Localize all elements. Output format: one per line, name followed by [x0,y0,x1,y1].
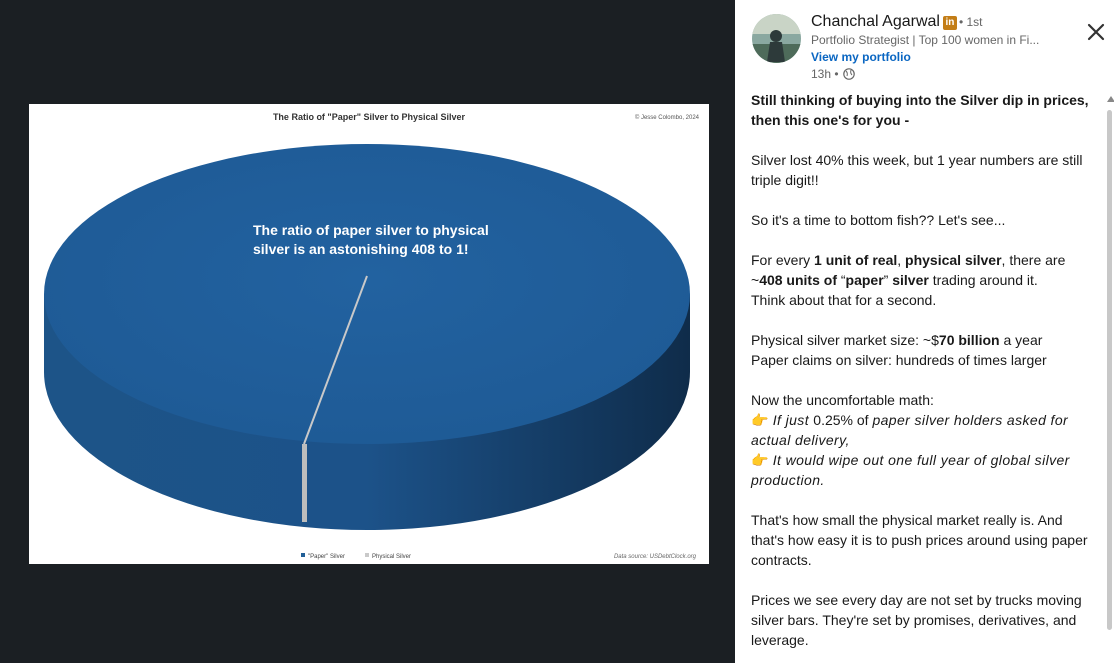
text-fragment: If just [768,412,814,428]
text-fragment: , [897,252,906,268]
text-line: contracts. [751,552,812,568]
paragraph: Physical silver market size: ~$70 billio… [751,330,1091,370]
linkedin-badge-icon: in [942,16,957,30]
close-button[interactable] [1084,20,1108,44]
legend-label-physical: Physical Silver [372,554,411,560]
scrollbar-thumb[interactable] [1107,110,1112,630]
text-line: actual delivery, [751,432,850,448]
text-fragment: 70 billion [938,332,1000,348]
post-time-text: 13h • [811,67,839,81]
text-line: then this one's for you - [751,112,910,128]
text-line: Think about that for a second. [751,292,937,308]
text-fragment: 408 units of [759,272,837,288]
image-viewer: The Ratio of "Paper" Silver to Physical … [0,0,735,663]
text-line: So it's a time to bottom fish?? Let's se… [751,212,1006,228]
text-line: that's how easy it is to push prices aro… [751,532,1088,548]
text-fragment: trading around it. [928,272,1038,288]
text-fragment: “ [836,272,846,288]
paragraph: So it's a time to bottom fish?? Let's se… [751,210,1091,230]
pie-slice-physical-side [302,444,307,522]
author-headline: Portfolio Strategist | Top 100 women in … [811,33,1040,47]
text-line: Prices we see every day are not set by t… [751,592,1082,608]
text-fragment: 1 unit of real [814,252,898,268]
chart-title: The Ratio of "Paper" Silver to Physical … [273,112,466,122]
post-detail-panel: Chanchal Agarwal in • 1st Portfolio Strate… [735,0,1114,663]
text-line: triple digit!! [751,172,819,188]
chart-copyright: © Jesse Colombo, 2024 [635,114,700,121]
text-fragment: physical silver [905,252,1002,268]
text-fragment: paper [845,272,884,288]
post-image[interactable]: The Ratio of "Paper" Silver to Physical … [29,104,709,564]
pie-slice-paper [44,144,690,444]
text-fragment: Physical silver market size: ~$ [751,332,939,348]
avatar[interactable] [752,14,801,63]
text-line: Still thinking of buying into the Silver… [751,92,1089,108]
legend-label-paper: "Paper" Silver [308,554,345,560]
text-fragment: ” [883,272,893,288]
text-fragment: paper silver holders asked for [872,412,1069,428]
paragraph: For every 1 unit of real, physical silve… [751,250,1091,310]
legend-swatch-physical [365,553,369,557]
text-fragment: 0.25% of [813,412,873,428]
pie-chart: The Ratio of "Paper" Silver to Physical … [44,112,700,560]
text-fragment: , there are [1001,252,1066,268]
overlay-text-line1: The ratio of paper silver to physical [253,222,489,238]
post-timestamp: 13h • [811,67,855,81]
text-line: Now the uncomfortable math: [751,392,934,408]
connection-degree: • 1st [958,15,983,29]
chart-source: Data source: USDebtClock.org [614,554,697,560]
legend-swatch-paper [301,553,305,557]
paragraph: Now the uncomfortable math: 👉 If just 0.… [751,390,1091,490]
close-icon [1087,23,1105,41]
paragraph-intro: Still thinking of buying into the Silver… [751,90,1091,130]
pointing-hand-icon: 👉 [751,452,769,468]
text-line: Silver lost 40% this week, but 1 year nu… [751,152,1083,168]
text-fragment: ~ [751,272,760,288]
text-line: leverage. [751,632,809,648]
text-fragment: For every [751,252,815,268]
paragraph: Prices we see every day are not set by t… [751,590,1091,650]
view-portfolio-link[interactable]: View my portfolio [811,50,911,64]
text-fragment: a year [999,332,1043,348]
author-name-text[interactable]: Chanchal Agarwal [811,13,940,30]
paragraph: Silver lost 40% this week, but 1 year nu… [751,150,1091,190]
post-body: Still thinking of buying into the Silver… [751,90,1091,663]
text-line: Paper claims on silver: hundreds of time… [751,352,1047,368]
pointing-hand-icon: 👉 [751,412,769,428]
paragraph: That's how small the physical market rea… [751,510,1091,570]
globe-icon [842,68,855,80]
text-fragment: silver [892,272,929,288]
author-name[interactable]: Chanchal Agarwal in • 1st [811,13,983,31]
text-line: That's how small the physical market rea… [751,512,1063,528]
scroll-up-arrow-icon[interactable] [1107,96,1114,102]
text-line: silver bars. They're set by promises, de… [751,612,1077,628]
text-line: production. [751,472,825,488]
text-fragment: It would wipe out one full year of globa… [768,452,1070,468]
overlay-text-line2: silver is an astonishing 408 to 1! [253,241,469,257]
